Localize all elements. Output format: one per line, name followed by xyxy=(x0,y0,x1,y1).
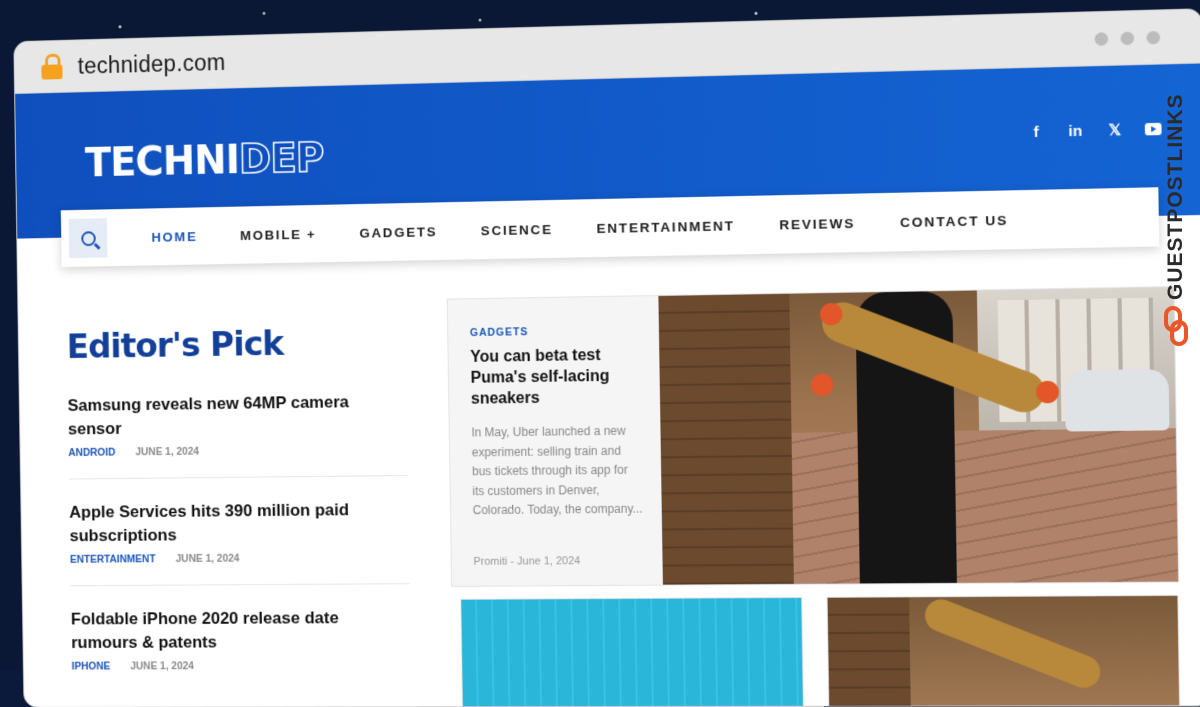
featured-image[interactable] xyxy=(658,287,1179,585)
search-icon xyxy=(80,230,96,246)
list-item: Apple Services hits 390 million paid sub… xyxy=(69,497,410,587)
post-date: JUNE 1, 2024 xyxy=(135,445,200,459)
window-dot-icon[interactable] xyxy=(1094,32,1109,46)
editors-pick-section: Editor's Pick Samsung reveals new 64MP c… xyxy=(66,322,421,707)
post-category[interactable]: ENTERTAINMENT xyxy=(70,553,156,565)
logo-text-primary: TECHNI xyxy=(84,137,240,187)
linkedin-icon[interactable]: in xyxy=(1066,122,1085,140)
nav-item-mobile[interactable]: MOBILE + xyxy=(240,226,317,242)
featured-author[interactable]: Promiti xyxy=(473,556,507,568)
window-dot-icon[interactable] xyxy=(1146,30,1161,45)
lock-icon xyxy=(41,53,63,80)
meta-separator: - xyxy=(510,555,515,568)
post-title[interactable]: Apple Services hits 390 million paid sub… xyxy=(69,498,409,548)
featured-date: June 1, 2024 xyxy=(516,555,581,568)
featured-meta: Promiti - June 1, 2024 xyxy=(473,555,580,568)
browser-frame: technidep.com TECHNIDEP f in 𝕏 HOME MOBI… xyxy=(14,9,1200,707)
facebook-icon[interactable]: f xyxy=(1027,123,1046,141)
post-date: JUNE 1, 2024 xyxy=(175,552,240,565)
browser-window: technidep.com TECHNIDEP f in 𝕏 HOME MOBI… xyxy=(10,0,1200,707)
nav-item-science[interactable]: SCIENCE xyxy=(481,221,553,237)
list-item: Samsung reveals new 64MP camera sensor A… xyxy=(67,389,409,480)
web-page: TECHNIDEP f in 𝕏 HOME MOBILE + GADGETS S… xyxy=(15,63,1200,707)
featured-category[interactable]: GADGETS xyxy=(470,324,641,339)
featured-title[interactable]: You can beta test Puma's self-lacing sne… xyxy=(470,344,642,409)
nav-item-home[interactable]: HOME xyxy=(151,229,197,245)
social-links: f in 𝕏 xyxy=(1027,120,1162,141)
post-category[interactable]: IPHONE xyxy=(72,661,111,673)
window-controls xyxy=(1094,30,1161,46)
post-date: JUNE 1, 2024 xyxy=(130,660,194,673)
nav-item-gadgets[interactable]: GADGETS xyxy=(359,224,437,240)
post-title[interactable]: Foldable iPhone 2020 release date rumour… xyxy=(71,606,411,655)
window-dot-icon[interactable] xyxy=(1120,31,1135,46)
chain-link-icon xyxy=(1164,306,1188,346)
featured-article: GADGETS You can beta test Puma's self-la… xyxy=(447,287,1179,586)
nav-item-contact[interactable]: CONTACT US xyxy=(900,212,1008,229)
post-category[interactable]: ANDROID xyxy=(68,447,115,459)
search-button[interactable] xyxy=(68,218,108,259)
nav-item-entertainment[interactable]: ENTERTAINMENT xyxy=(596,218,734,236)
article-thumbnail[interactable] xyxy=(827,595,1180,707)
x-twitter-icon[interactable]: 𝕏 xyxy=(1105,121,1124,140)
watermark-text: GUESTPOSTLINKS xyxy=(1164,93,1187,300)
section-title: Editor's Pick xyxy=(66,324,284,367)
article-thumbnail[interactable] xyxy=(461,597,804,707)
featured-excerpt: In May, Uber launched a new experiment: … xyxy=(471,423,643,518)
site-logo[interactable]: TECHNIDEP xyxy=(84,135,325,187)
watermark-brand: GUESTPOSTLINKS xyxy=(1160,60,1194,360)
logo-text-secondary: DEP xyxy=(238,135,325,184)
url-text[interactable]: technidep.com xyxy=(78,49,226,79)
featured-text: GADGETS You can beta test Puma's self-la… xyxy=(447,295,663,586)
nav-item-reviews[interactable]: REVIEWS xyxy=(779,215,855,232)
list-item: Foldable iPhone 2020 release date rumour… xyxy=(71,606,412,692)
post-title[interactable]: Samsung reveals new 64MP camera sensor xyxy=(67,390,407,442)
